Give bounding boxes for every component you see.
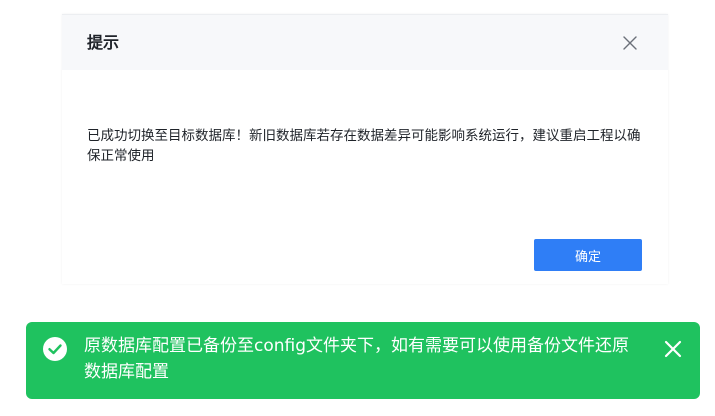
dialog-header: 提示 [62,14,668,70]
toast-close-button[interactable] [662,338,684,360]
dialog-title: 提示 [87,33,120,52]
close-icon [664,340,682,358]
check-circle-icon [42,336,68,362]
dialog-message: 已成功切换至目标数据库！新旧数据库若存在数据差异可能影响系统运行，建议重启工程以… [87,128,641,164]
success-toast: 原数据库配置已备份至config文件夹下，如有需要可以使用备份文件还原数据库配置 [26,322,700,399]
confirm-button[interactable]: 确定 [534,239,642,271]
dialog-close-button[interactable] [618,31,642,55]
prompt-dialog: 提示 已成功切换至目标数据库！新旧数据库若存在数据差异可能影响系统运行，建议重启… [62,14,668,284]
toast-message: 原数据库配置已备份至config文件夹下，如有需要可以使用备份文件还原数据库配置 [84,336,630,382]
close-icon [623,36,637,50]
